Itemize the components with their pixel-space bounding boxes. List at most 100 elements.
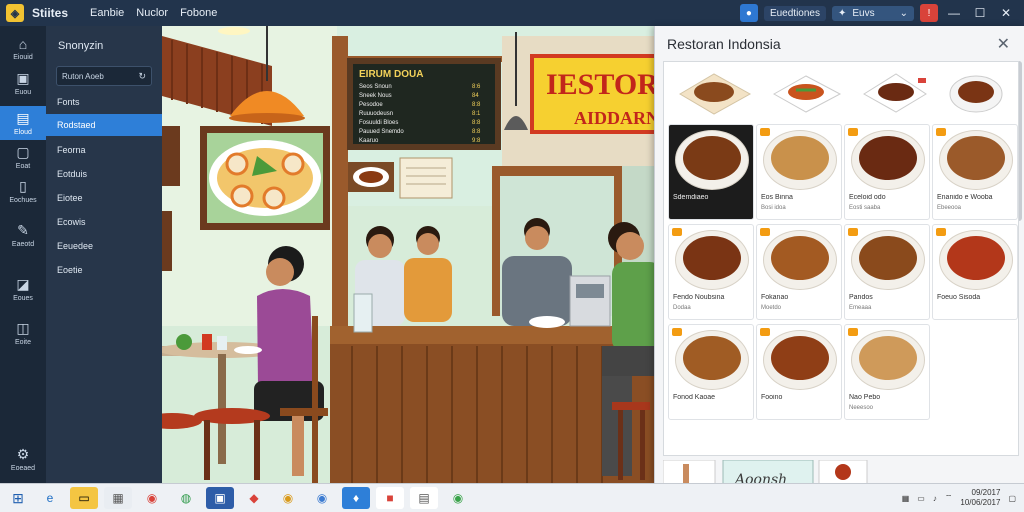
maximize-button[interactable]: ☐ <box>970 6 990 20</box>
rail-label: Eloud <box>14 129 32 136</box>
rail-item-settings[interactable]: ⚙ Eoeaed <box>0 446 46 472</box>
app-icon-3[interactable]: ◆ <box>240 487 268 509</box>
alert-icon[interactable]: ! <box>920 4 938 22</box>
rail-item-document[interactable]: ▯ Eochues <box>0 178 46 204</box>
menu-board-item: Pesodoe <box>359 102 383 108</box>
rail-label: Eoat <box>15 163 31 170</box>
app-icon-1[interactable]: ▦ <box>104 487 132 509</box>
rail-item-tag[interactable]: ◪ Eoues <box>0 276 46 302</box>
app-icon-7[interactable]: ■ <box>376 487 404 509</box>
windows-start-icon[interactable]: ⊞ <box>0 484 36 512</box>
toolbar-dropdown[interactable]: ✦ Euvs ⌄ <box>832 5 914 21</box>
app-icon-5[interactable]: ◉ <box>308 487 336 509</box>
menu-board-item: Fosuuldi Bloes <box>359 120 398 126</box>
menu-item-1[interactable]: Eanbie <box>90 7 124 19</box>
food-card[interactable]: Fonod Kaoae <box>668 324 754 420</box>
rail-item-gallery[interactable]: ▤ Eloud <box>0 106 46 140</box>
app-icon-9[interactable]: ◉ <box>444 487 472 509</box>
food-desc: Neeesoo <box>849 405 874 411</box>
app-icon-8[interactable]: ▤ <box>410 487 438 509</box>
layers-icon: ▢ <box>16 144 30 160</box>
food-card[interactable]: Fendo Noubsina Dodaa <box>668 224 754 320</box>
rail-item-layers[interactable]: ▢ Eoat <box>0 144 46 170</box>
minimize-button[interactable]: — <box>944 6 964 20</box>
rail-label: Eoues <box>13 295 33 302</box>
food-image <box>947 236 1005 280</box>
food-card[interactable]: Eceloid odo Eosti saaba <box>844 124 930 220</box>
chrome-icon[interactable]: ◉ <box>138 487 166 509</box>
badge-icon <box>760 228 770 236</box>
banner-line-1: IESTORAI <box>546 68 662 101</box>
notification-icon[interactable]: ▢ <box>1008 494 1016 503</box>
app-title: Stiites <box>32 6 69 20</box>
food-name: Foeuo Sisoda <box>937 294 981 301</box>
food-card[interactable]: Fooino <box>756 324 842 420</box>
menu-item-3[interactable]: Fobone <box>180 7 217 19</box>
banner-line-2: AIDDARNLS <box>574 108 662 128</box>
app-icon-4[interactable]: ◉ <box>274 487 302 509</box>
globe-icon[interactable]: ◍ <box>172 487 200 509</box>
side-item-4[interactable]: Eotduis <box>46 163 162 185</box>
rail-item-home[interactable]: ⌂ Eiouid <box>0 36 46 61</box>
edge-icon[interactable]: e <box>36 487 64 509</box>
menu-board-price: 8:8 <box>472 129 481 135</box>
clock[interactable]: 09/2017 10/06/2017 <box>960 488 1000 508</box>
food-card[interactable]: Eos Binna Bosi idoa <box>756 124 842 220</box>
clock-date: 10/06/2017 <box>960 498 1001 507</box>
side-item-7[interactable]: Eeuedee <box>46 235 162 257</box>
food-name: Nao Pebo <box>849 394 881 401</box>
food-name: Fokanao <box>761 294 789 301</box>
toolbar-button[interactable]: Euedtiones <box>763 5 826 21</box>
food-desc: Ebeeooa <box>937 205 962 211</box>
food-image <box>947 136 1005 180</box>
image-canvas[interactable]: EIRUM DOUA Seos Snoun 8:6 Sneek Nous 84 Peso… <box>162 26 662 483</box>
speaker-icon[interactable]: ♪ <box>933 494 937 503</box>
close-window-button[interactable]: ✕ <box>996 6 1016 20</box>
rail-item-crop[interactable]: ◫ Eoite <box>0 320 46 346</box>
menu-board-item: Kaaruo <box>359 138 379 144</box>
food-card[interactable]: Nao Pebo Neeesoo <box>844 324 930 420</box>
food-image <box>683 136 741 180</box>
dropdown-label: Euvs <box>852 7 875 19</box>
food-card[interactable]: Foeuo Sisoda <box>932 224 1018 320</box>
folder-icon[interactable]: ▭ <box>70 487 98 509</box>
food-card[interactable]: Pandos Emeaaa <box>844 224 930 320</box>
side-search-input[interactable]: Ruton Aoeb ↻ <box>56 66 152 86</box>
title-bar: ◈ Stiites Eanbie Nuclor Fobone ● Euedtio… <box>0 0 1024 26</box>
badge-icon <box>936 228 946 236</box>
side-item-3[interactable]: Feorna <box>46 139 162 161</box>
food-card[interactable]: Enanido e Wooba Ebeeooa <box>932 124 1018 220</box>
wifi-icon[interactable]: ⌔ <box>945 493 953 503</box>
badge-icon <box>760 328 770 336</box>
side-item-6[interactable]: Ecowis <box>46 211 162 233</box>
image-icon: ▣ <box>16 70 30 86</box>
food-name: Fendo Noubsina <box>673 294 725 301</box>
badge-icon <box>848 328 858 336</box>
network-icon[interactable]: ▦ <box>902 494 910 503</box>
badge-icon <box>936 128 946 136</box>
food-card[interactable]: Sdemdiaeo <box>668 124 754 220</box>
rail-item-image[interactable]: ▣ Euou <box>0 70 46 96</box>
rail-item-pen[interactable]: ✎ Eaeotd <box>0 222 46 248</box>
close-icon[interactable]: ✕ <box>997 34 1010 54</box>
side-item-1[interactable]: Fonts <box>46 91 162 113</box>
battery-icon[interactable]: ▭ <box>917 494 925 503</box>
app-icon-6[interactable]: ♦ <box>342 487 370 509</box>
app-icon-2[interactable]: ▣ <box>206 487 234 509</box>
rail-label: Eochues <box>9 197 37 204</box>
rail-label: Eaeotd <box>11 241 35 248</box>
menu-item-2[interactable]: Nuclor <box>136 7 168 19</box>
side-item-5[interactable]: Eiotee <box>46 187 162 209</box>
refresh-icon[interactable]: ↻ <box>138 71 146 82</box>
taskbar: ⊞ e ▭ ▦ ◉ ◍ ▣ ◆ ◉ ◉ ♦ ■ ▤ ◉ ▦ ▭ ♪ ⌔ 09/2… <box>0 483 1024 512</box>
shield-icon[interactable]: ● <box>739 4 758 22</box>
featured-plates <box>679 73 1003 115</box>
food-card[interactable]: Fokanao Moetdo <box>756 224 842 320</box>
food-name: Sdemdiaeo <box>673 194 709 201</box>
menu-board-price: 8:8 <box>472 120 481 126</box>
side-item-2[interactable]: Rodstaed <box>46 114 162 136</box>
menu-board-item: Seos Snoun <box>359 84 392 90</box>
badge-icon <box>848 128 858 136</box>
badge-icon <box>672 228 682 236</box>
side-item-8[interactable]: Eoetie <box>46 259 162 281</box>
